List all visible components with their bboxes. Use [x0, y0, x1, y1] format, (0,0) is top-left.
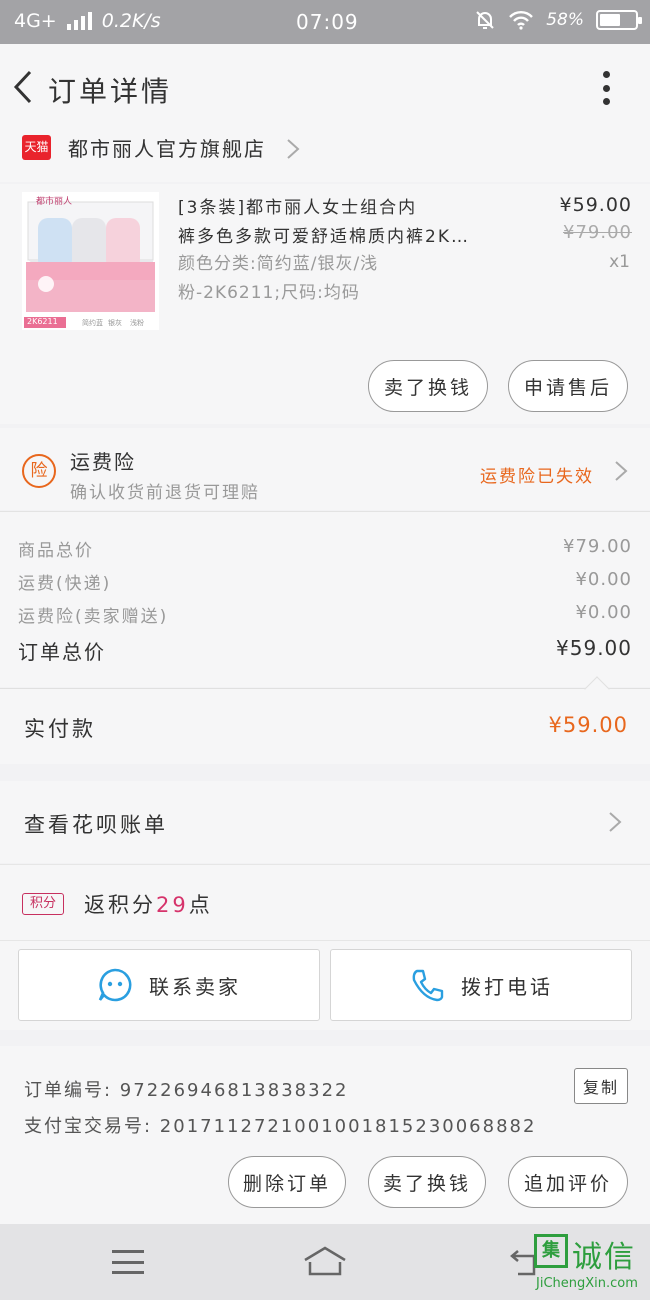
app-header: 订单详情 — [0, 44, 650, 130]
product-title-line-1: [3条装]都市丽人女士组合内 — [178, 198, 418, 218]
status-bar-right: 58% — [474, 9, 642, 31]
product-image-color-3: 浅粉 — [130, 319, 144, 327]
store-row[interactable]: 天猫 都市丽人官方旗舰店 — [0, 130, 650, 182]
summary-goods-label: 商品总价 — [18, 541, 94, 561]
call-phone-button[interactable]: 拨打电话 — [330, 949, 632, 1021]
signal-icon — [66, 12, 92, 30]
product-image[interactable]: 都市丽人 2K6211 简约蓝 银灰 浅粉 — [22, 192, 159, 330]
summary-shipping-label: 运费(快递) — [18, 574, 112, 594]
points-suffix: 点 — [188, 893, 213, 917]
summary-insurance-value: ¥0.00 — [575, 602, 632, 623]
alipay-transaction-number: 支付宝交易号: 2017112721001001815230068882 — [24, 1116, 537, 1137]
contact-seller-label: 联系卖家 — [149, 974, 241, 999]
product-quantity: x1 — [609, 252, 630, 272]
network-type: 4G+ — [14, 10, 57, 32]
product-image-color-1: 简约蓝 — [82, 319, 103, 327]
product-title[interactable]: [3条装]都市丽人女士组合内 裤多色多款可爱舒适棉质内裤2K… — [178, 194, 508, 252]
product-spec: 颜色分类:简约蓝/银灰/浅 粉-2K6211;尺码:均码 — [178, 250, 468, 308]
sell-exchange-bottom-button[interactable]: 卖了换钱 — [368, 1156, 486, 1208]
insurance-subtitle: 确认收货前退货可理赔 — [70, 483, 260, 503]
contact-seller-button[interactable]: 联系卖家 — [18, 949, 320, 1021]
call-phone-label: 拨打电话 — [461, 974, 553, 999]
actual-payment-row: 实付款 ¥59.00 — [0, 676, 650, 764]
delete-order-button[interactable]: 删除订单 — [228, 1156, 346, 1208]
battery-icon — [596, 10, 642, 30]
product-image-brand: 都市丽人 — [36, 197, 73, 207]
after-sale-button[interactable]: 申请售后 — [508, 360, 628, 412]
sell-exchange-button[interactable]: 卖了换钱 — [368, 360, 488, 412]
points-badge: 积分 — [22, 893, 64, 915]
product-spec-line-1: 颜色分类:简约蓝/银灰/浅 — [178, 254, 379, 274]
chevron-right-icon — [609, 812, 622, 832]
product-image-color-2: 银灰 — [108, 319, 122, 327]
home-icon[interactable] — [302, 1244, 348, 1278]
points-row: 积分 返积分29点 — [0, 864, 650, 940]
copy-button[interactable]: 复制 — [574, 1068, 628, 1104]
status-bar: 4G+ 0.2K/s 07:09 58% — [0, 0, 650, 44]
points-prefix: 返积分 — [84, 893, 156, 917]
contact-actions: 联系卖家 拨打电话 — [0, 940, 650, 1030]
clock: 07:09 — [296, 10, 359, 34]
huabei-bill-row[interactable]: 查看花呗账单 — [0, 781, 650, 863]
menu-icon[interactable] — [112, 1250, 144, 1274]
watermark: 集 诚信 JiChengXin.com — [534, 1232, 650, 1300]
store-name: 都市丽人官方旗舰店 — [68, 137, 266, 161]
system-nav-bar: 集 诚信 JiChengXin.com — [0, 1224, 650, 1300]
product-spec-line-2: 粉-2K6211;尺码:均码 — [178, 283, 360, 303]
more-vertical-icon[interactable] — [594, 68, 618, 108]
insurance-status: 运费险已失效 — [480, 467, 594, 487]
wifi-icon — [509, 11, 534, 30]
chat-bubble-icon — [98, 968, 132, 1002]
watermark-text: 诚信 — [572, 1240, 636, 1275]
actual-payment-label: 实付款 — [24, 717, 96, 741]
insurance-title: 运费险 — [70, 450, 136, 474]
chevron-right-icon — [615, 461, 628, 481]
product-original-price: ¥79.00 — [563, 222, 632, 243]
tmall-badge: 天猫 — [22, 135, 51, 160]
product-price: ¥59.00 — [559, 194, 632, 216]
price-summary: 商品总价 ¥79.00 运费(快递) ¥0.00 运费险(卖家赠送) ¥0.00… — [0, 511, 650, 687]
order-total-value: ¥59.00 — [556, 636, 632, 660]
network-speed: 0.2K/s — [101, 10, 161, 32]
summary-goods-value: ¥79.00 — [563, 536, 632, 557]
chevron-right-icon — [287, 139, 300, 159]
shipping-insurance-row[interactable]: 险 运费险 确认收货前退货可理赔 运费险已失效 — [0, 428, 650, 510]
phone-icon — [412, 969, 444, 1002]
battery-fill — [600, 14, 620, 26]
watermark-url: JiChengXin.com — [536, 1276, 638, 1291]
order-info: 订单编号: 97226946813838322 支付宝交易号: 20171127… — [0, 1046, 650, 1224]
battery-percent: 58% — [546, 10, 584, 30]
order-number: 订单编号: 97226946813838322 — [24, 1080, 349, 1101]
points-count: 29 — [156, 893, 189, 917]
product-image-code: 2K6211 — [27, 317, 58, 326]
page-title: 订单详情 — [48, 75, 173, 108]
product-title-line-2: 裤多色多款可爱舒适棉质内裤2K… — [178, 227, 470, 247]
actual-payment-value: ¥59.00 — [548, 713, 628, 737]
insurance-icon: 险 — [22, 454, 56, 488]
add-review-button[interactable]: 追加评价 — [508, 1156, 628, 1208]
summary-shipping-value: ¥0.00 — [575, 569, 632, 590]
watermark-logo: 集 — [534, 1234, 568, 1268]
status-bar-left: 4G+ 0.2K/s — [14, 10, 161, 32]
product-card: 都市丽人 2K6211 简约蓝 银灰 浅粉 [3条装]都市丽人女士组合内 裤多色… — [0, 184, 650, 424]
mute-bell-icon — [476, 11, 494, 29]
summary-insurance-label: 运费险(卖家赠送) — [18, 607, 169, 627]
back-arrow-icon[interactable] — [8, 66, 42, 108]
huabei-bill-label: 查看花呗账单 — [24, 813, 168, 837]
points-text: 返积分29点 — [84, 889, 213, 919]
order-total-label: 订单总价 — [18, 640, 106, 664]
